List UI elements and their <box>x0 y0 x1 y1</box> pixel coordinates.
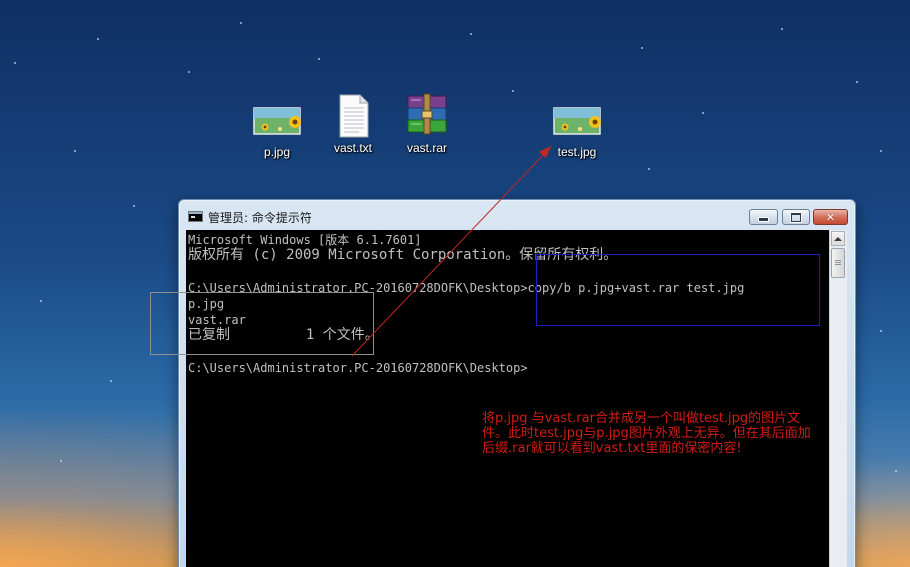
window-title: 管理员: 命令提示符 <box>208 211 312 225</box>
console-line: 版权所有 (c) 2009 Microsoft Corporation。保留所有… <box>188 247 618 263</box>
desktop-icon-vast-txt[interactable]: vast.txt <box>318 92 388 155</box>
window-titlebar[interactable]: 管理员: 命令提示符 ✕ <box>179 200 855 230</box>
close-button[interactable]: ✕ <box>813 209 848 225</box>
desktop-icon-label: vast.rar <box>406 141 447 155</box>
console-output[interactable]: Microsoft Windows [版本 6.1.7601] 版权所有 (c)… <box>186 230 829 567</box>
console-line: p.jpg <box>188 297 225 311</box>
console-line: Microsoft Windows [版本 6.1.7601] <box>188 233 422 247</box>
minimize-button[interactable] <box>749 209 778 225</box>
minimize-icon <box>758 217 769 222</box>
rar-archive-icon <box>403 92 451 140</box>
desktop-icon-label: p.jpg <box>263 145 291 159</box>
console-prompt-line: C:\Users\Administrator.PC-20160728DOFK\D… <box>188 361 528 375</box>
annotation-note: 将p.jpg 与vast.rar合并成另一个叫做test.jpg的图片文件。此时… <box>482 411 811 456</box>
image-file-icon <box>253 96 301 144</box>
scrollbar-thumb[interactable] <box>831 248 845 278</box>
console-app-icon <box>188 211 203 222</box>
desktop-icon-label: test.jpg <box>557 145 597 159</box>
console-line: 已复制 1 个文件。 <box>188 327 379 343</box>
command-prompt-window[interactable]: 管理员: 命令提示符 ✕ Microsoft Windows [版本 6.1.7… <box>178 199 856 567</box>
arrow-up-icon <box>834 236 842 241</box>
desktop-icon-p-jpg[interactable]: p.jpg <box>242 96 312 159</box>
maximize-icon <box>791 212 801 222</box>
desktop-icon-vast-rar[interactable]: vast.rar <box>392 92 462 155</box>
text-file-icon <box>329 92 377 140</box>
console-line: vast.rar <box>188 313 246 327</box>
maximize-button[interactable] <box>782 209 810 225</box>
desktop-icon-test-jpg[interactable]: test.jpg <box>542 96 612 159</box>
close-icon: ✕ <box>825 210 836 224</box>
scroll-up-button[interactable] <box>831 231 845 246</box>
vertical-scrollbar[interactable] <box>829 230 847 567</box>
desktop-icon-label: vast.txt <box>333 141 372 155</box>
image-file-icon <box>553 96 601 144</box>
console-line: C:\Users\Administrator.PC-20160728DOFK\D… <box>188 281 745 295</box>
